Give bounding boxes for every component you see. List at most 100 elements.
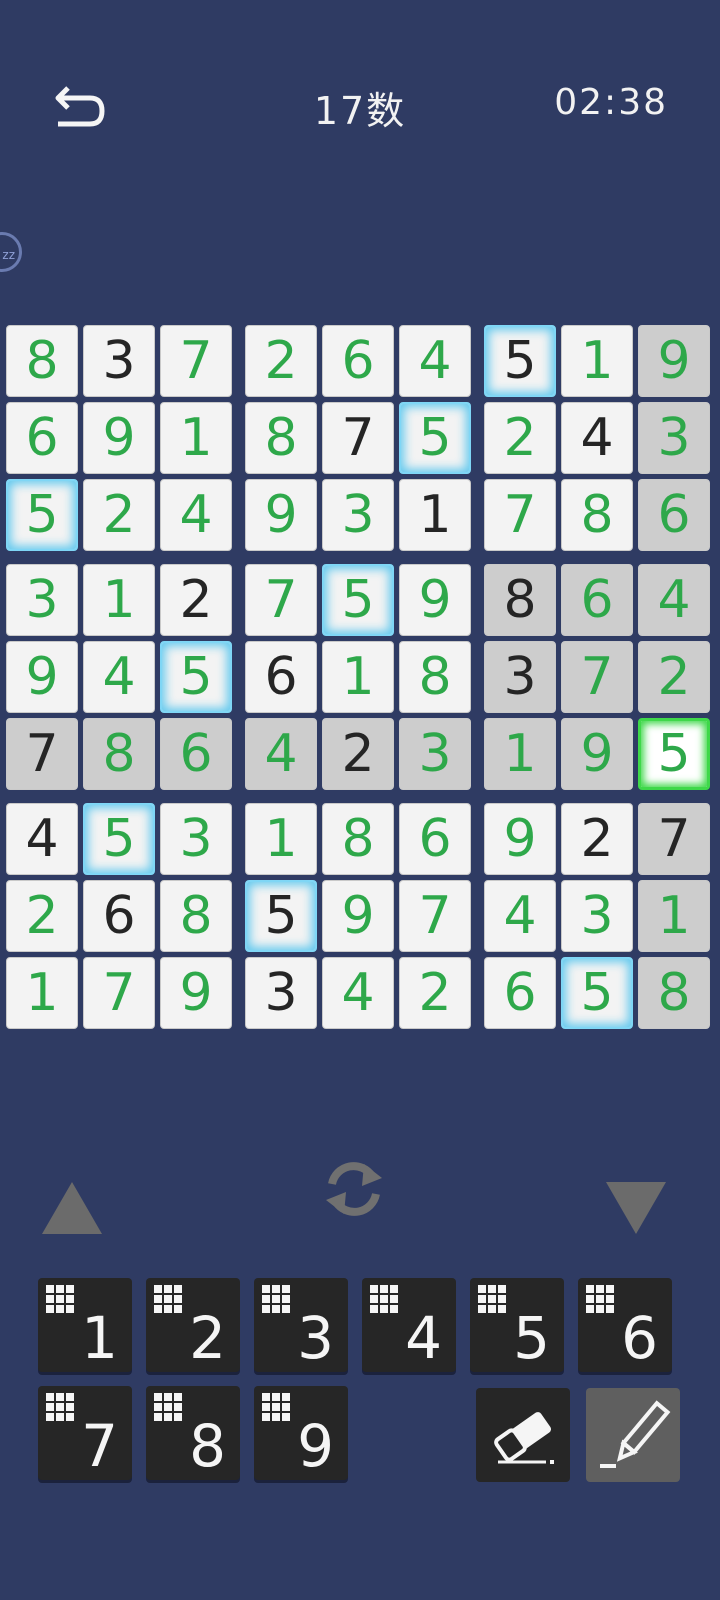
cell-r7-c9[interactable]: 7 (638, 803, 710, 875)
sleep-button[interactable]: zz (0, 232, 22, 272)
erase-button[interactable] (476, 1388, 570, 1482)
cell-r2-c2[interactable]: 9 (83, 402, 155, 474)
cell-r3-c6[interactable]: 1 (399, 479, 471, 551)
notes-grid-icon (370, 1285, 400, 1315)
cell-r8-c4[interactable]: 5 (245, 880, 317, 952)
cell-r4-c5[interactable]: 5 (322, 564, 394, 636)
cell-r7-c3[interactable]: 3 (160, 803, 232, 875)
refresh-icon[interactable] (318, 1156, 390, 1222)
cell-r6-c2[interactable]: 8 (83, 718, 155, 790)
key-label: 1 (81, 1304, 118, 1372)
cell-r9-c7[interactable]: 6 (484, 957, 556, 1029)
cell-r5-c1[interactable]: 9 (6, 641, 78, 713)
cell-r3-c3[interactable]: 4 (160, 479, 232, 551)
cell-r9-c3[interactable]: 9 (160, 957, 232, 1029)
cell-r5-c4[interactable]: 6 (245, 641, 317, 713)
cell-r8-c8[interactable]: 3 (561, 880, 633, 952)
cell-r1-c4[interactable]: 2 (245, 325, 317, 397)
cell-r3-c7[interactable]: 7 (484, 479, 556, 551)
key-3[interactable]: 3 (254, 1278, 348, 1372)
cell-r3-c4[interactable]: 9 (245, 479, 317, 551)
cell-r6-c1[interactable]: 7 (6, 718, 78, 790)
cell-r7-c4[interactable]: 1 (245, 803, 317, 875)
cell-r6-c9[interactable]: 5 (638, 718, 710, 790)
key-1[interactable]: 1 (38, 1278, 132, 1372)
cell-r7-c1[interactable]: 4 (6, 803, 78, 875)
triangle-up-icon[interactable] (40, 1178, 104, 1238)
cell-r3-c9[interactable]: 6 (638, 479, 710, 551)
cell-r4-c3[interactable]: 2 (160, 564, 232, 636)
cell-r5-c5[interactable]: 1 (322, 641, 394, 713)
cell-r1-c1[interactable]: 8 (6, 325, 78, 397)
cell-r5-c6[interactable]: 8 (399, 641, 471, 713)
cell-r3-c5[interactable]: 3 (322, 479, 394, 551)
cell-r4-c1[interactable]: 3 (6, 564, 78, 636)
key-4[interactable]: 4 (362, 1278, 456, 1372)
cell-r9-c6[interactable]: 2 (399, 957, 471, 1029)
cell-r7-c8[interactable]: 2 (561, 803, 633, 875)
cell-r8-c2[interactable]: 6 (83, 880, 155, 952)
cell-r1-c8[interactable]: 1 (561, 325, 633, 397)
cell-r6-c7[interactable]: 1 (484, 718, 556, 790)
cell-r8-c9[interactable]: 1 (638, 880, 710, 952)
cell-r2-c4[interactable]: 8 (245, 402, 317, 474)
cell-r2-c9[interactable]: 3 (638, 402, 710, 474)
cell-r1-c9[interactable]: 9 (638, 325, 710, 397)
cell-r6-c8[interactable]: 9 (561, 718, 633, 790)
cell-r1-c7[interactable]: 5 (484, 325, 556, 397)
cell-r3-c8[interactable]: 8 (561, 479, 633, 551)
key-9[interactable]: 9 (254, 1386, 348, 1480)
cell-r3-c2[interactable]: 2 (83, 479, 155, 551)
cell-r2-c8[interactable]: 4 (561, 402, 633, 474)
cell-r6-c5[interactable]: 2 (322, 718, 394, 790)
cell-r8-c6[interactable]: 7 (399, 880, 471, 952)
notes-grid-icon (46, 1393, 76, 1423)
cell-r9-c4[interactable]: 3 (245, 957, 317, 1029)
cell-r2-c5[interactable]: 7 (322, 402, 394, 474)
cell-r1-c2[interactable]: 3 (83, 325, 155, 397)
cell-r5-c8[interactable]: 7 (561, 641, 633, 713)
pencil-icon (600, 1400, 671, 1468)
cell-r1-c5[interactable]: 6 (322, 325, 394, 397)
cell-r1-c6[interactable]: 4 (399, 325, 471, 397)
triangle-down-icon[interactable] (604, 1178, 668, 1238)
cell-r9-c8[interactable]: 5 (561, 957, 633, 1029)
cell-r9-c1[interactable]: 1 (6, 957, 78, 1029)
cell-r9-c5[interactable]: 4 (322, 957, 394, 1029)
cell-r9-c2[interactable]: 7 (83, 957, 155, 1029)
cell-r2-c3[interactable]: 1 (160, 402, 232, 474)
key-8[interactable]: 8 (146, 1386, 240, 1480)
cell-r5-c7[interactable]: 3 (484, 641, 556, 713)
cell-r5-c3[interactable]: 5 (160, 641, 232, 713)
cell-r9-c9[interactable]: 8 (638, 957, 710, 1029)
cell-r5-c2[interactable]: 4 (83, 641, 155, 713)
cell-r7-c5[interactable]: 8 (322, 803, 394, 875)
cell-r6-c4[interactable]: 4 (245, 718, 317, 790)
pencil-button[interactable] (586, 1388, 680, 1482)
cell-r6-c6[interactable]: 3 (399, 718, 471, 790)
cell-r4-c9[interactable]: 4 (638, 564, 710, 636)
cell-r2-c7[interactable]: 2 (484, 402, 556, 474)
cell-r7-c6[interactable]: 6 (399, 803, 471, 875)
cell-r7-c7[interactable]: 9 (484, 803, 556, 875)
cell-r1-c3[interactable]: 7 (160, 325, 232, 397)
cell-r4-c6[interactable]: 9 (399, 564, 471, 636)
cell-r3-c1[interactable]: 5 (6, 479, 78, 551)
cell-r5-c9[interactable]: 2 (638, 641, 710, 713)
cell-r8-c5[interactable]: 9 (322, 880, 394, 952)
cell-r8-c3[interactable]: 8 (160, 880, 232, 952)
cell-r8-c1[interactable]: 2 (6, 880, 78, 952)
cell-r4-c2[interactable]: 1 (83, 564, 155, 636)
cell-r2-c1[interactable]: 6 (6, 402, 78, 474)
cell-r4-c4[interactable]: 7 (245, 564, 317, 636)
key-6[interactable]: 6 (578, 1278, 672, 1372)
cell-r4-c8[interactable]: 6 (561, 564, 633, 636)
key-7[interactable]: 7 (38, 1386, 132, 1480)
cell-r6-c3[interactable]: 6 (160, 718, 232, 790)
cell-r7-c2[interactable]: 5 (83, 803, 155, 875)
key-5[interactable]: 5 (470, 1278, 564, 1372)
cell-r2-c6[interactable]: 5 (399, 402, 471, 474)
cell-r8-c7[interactable]: 4 (484, 880, 556, 952)
key-2[interactable]: 2 (146, 1278, 240, 1372)
cell-r4-c7[interactable]: 8 (484, 564, 556, 636)
